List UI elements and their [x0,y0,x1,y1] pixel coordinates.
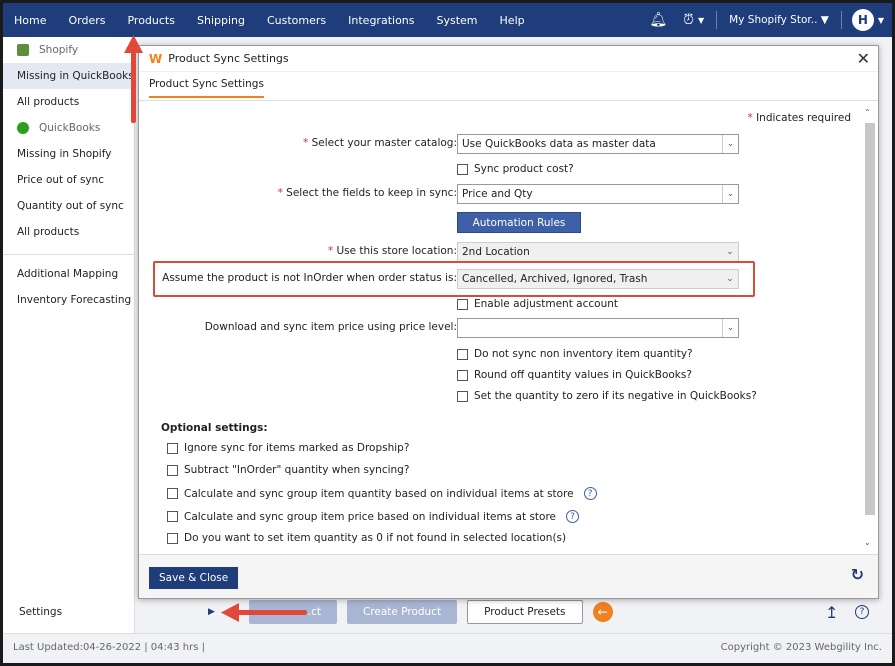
nav-products[interactable]: Products [116,3,186,37]
chevron-down-icon: ⌄ [722,185,738,203]
group-qty-checkbox[interactable]: Calculate and sync group item quantity b… [167,487,597,500]
sidebar-item-all-products-shopify[interactable]: All products [3,89,134,115]
settings-link[interactable]: Settings [19,606,62,618]
sidebar-item-all-products-qb[interactable]: All products [3,219,134,245]
sidebar-divider [3,245,134,255]
adjustment-account-checkbox[interactable]: Enable adjustment account [457,298,618,310]
chevron-down-icon: ⌄ [722,135,738,153]
nav-shipping[interactable]: Shipping [186,3,256,37]
dialog-footer: Save & Close ↻ [139,554,878,598]
scroll-up-icon[interactable]: ⌃ [864,108,871,117]
subtract-inorder-checkbox[interactable]: Subtract "InOrder" quantity when syncing… [167,464,409,476]
alarm-clock-icon[interactable]: ⏰︎ ▼ [675,12,712,28]
required-note: * Indicates required [747,112,851,124]
app-frame: Home Orders Products Shipping Customers … [0,0,895,666]
quickbooks-icon [17,122,29,134]
avatar[interactable]: H [851,9,874,31]
chevron-down-icon: ⌄ [726,247,734,257]
help-icon[interactable]: ? [583,487,597,500]
dialog-title-bar: W Product Sync Settings [139,46,878,72]
zero-not-found-checkbox[interactable]: Do you want to set item quantity as 0 if… [167,532,566,544]
round-off-checkbox[interactable]: Round off quantity values in QuickBooks? [457,369,692,381]
nav-customers[interactable]: Customers [256,3,337,37]
location-select[interactable]: 2nd Location ⌄ [457,242,739,262]
nav-right: 🔔︎ ⏰︎ ▼ My Shopify Stor.. ▼ H ▼ [641,3,892,37]
arrow-up-head-icon [124,35,143,53]
sidebar-item-additional-mapping[interactable]: Additional Mapping [3,261,134,287]
location-label: * Use this store location: [327,245,457,257]
location-row: * Use this store location: 2nd Location ⌄ [139,242,861,262]
price-level-row: Download and sync item price using price… [139,318,861,338]
dialog-title: Product Sync Settings [168,52,289,65]
close-icon[interactable]: ✕ [857,49,870,68]
top-navigation: Home Orders Products Shipping Customers … [3,3,892,37]
zero-negative-checkbox[interactable]: Set the quantity to zero if its negative… [457,390,757,402]
tab-product-sync-settings[interactable]: Product Sync Settings [149,78,264,98]
dialog-scrollbar[interactable]: ⌃ ⌄ [864,108,875,552]
keep-sync-row: * Select the fields to keep in sync: Pri… [139,184,861,204]
sidebar-item-missing-in-quickbooks[interactable]: Missing in QuickBooks [3,63,134,89]
scroll-thumb[interactable] [865,123,875,515]
price-level-select[interactable]: ⌄ [457,318,739,338]
annotation-arrow-left [237,610,307,615]
keep-sync-label: * Select the fields to keep in sync: [277,187,457,199]
group-price-checkbox[interactable]: Calculate and sync group item price base… [167,510,580,523]
save-close-button[interactable]: Save & Close [149,567,239,589]
sidebar-item-price-out-of-sync[interactable]: Price out of sync [3,167,134,193]
sidebar-item-missing-in-shopify[interactable]: Missing in Shopify [3,141,134,167]
annotation-arrow-up [131,49,136,123]
refresh-icon[interactable]: ↻ [851,565,864,584]
optional-settings-title: Optional settings: [161,422,268,434]
nav-system[interactable]: System [426,3,489,37]
copyright: Copyright © 2023 Webgility Inc. [720,642,882,653]
back-arrow-icon[interactable]: ← [592,602,613,622]
sidebar-item-quantity-out-of-sync[interactable]: Quantity out of sync [3,193,134,219]
status-bar: Last Updated:04-26-2022 | 04:43 hrs | Co… [3,633,892,661]
sidebar-item-inventory-forecasting[interactable]: Inventory Forecasting [3,287,134,313]
product-presets-button[interactable]: Product Presets [467,600,583,624]
master-catalog-row: * Select your master catalog: Use QuickB… [139,134,861,154]
noninventory-checkbox[interactable]: Do not sync non inventory item quantity? [457,348,693,360]
chevron-down-icon: ⌄ [722,319,738,337]
store-selector[interactable]: My Shopify Stor.. ▼ [721,14,837,26]
arrow-left-head-icon [221,603,239,622]
webgility-logo-icon: W [149,51,163,66]
sidebar-head-label: Shopify [39,44,79,56]
help-icon[interactable]: ? [566,510,580,523]
sidebar-head-shopify: Shopify [3,37,134,63]
nav-divider [716,11,718,29]
keep-sync-select[interactable]: Price and Qty ⌄ [457,184,739,204]
master-catalog-select[interactable]: Use QuickBooks data as master data ⌄ [457,134,739,154]
dialog-body: * Indicates required * Select your maste… [139,102,861,552]
bell-icon[interactable]: 🔔︎ [641,12,675,28]
sync-cost-checkbox[interactable]: Sync product cost? [457,163,574,175]
upload-icon[interactable]: ↥ [825,603,838,622]
nav-integrations[interactable]: Integrations [337,3,425,37]
master-catalog-label: * Select your master catalog: [303,137,457,149]
chevron-down-icon[interactable]: ▼ [878,16,884,25]
nav-orders[interactable]: Orders [57,3,116,37]
nav-home[interactable]: Home [3,3,57,37]
create-product-button[interactable]: Create Product [347,600,458,624]
product-sync-settings-dialog: W Product Sync Settings ✕ Product Sync S… [138,45,879,599]
sidebar: Shopify Missing in QuickBooks All produc… [3,37,135,633]
required-note-text: Indicates required [756,112,851,124]
help-circle-icon[interactable]: ? [855,605,869,619]
shopify-icon [17,44,29,56]
price-level-label: Download and sync item price using price… [204,321,457,333]
sidebar-head-label: QuickBooks [39,122,101,134]
nav-divider [840,11,842,29]
scroll-down-icon[interactable]: ⌄ [864,538,871,547]
tab-divider [139,100,878,101]
highlight-box [153,261,755,297]
last-updated: Last Updated:04-26-2022 | 04:43 hrs | [13,642,205,653]
automation-rules-button[interactable]: Automation Rules [457,212,581,233]
triangle-right-icon[interactable]: ▶ [208,607,215,617]
dropship-checkbox[interactable]: Ignore sync for items marked as Dropship… [167,442,409,454]
sidebar-head-quickbooks: QuickBooks [3,115,134,141]
nav-help[interactable]: Help [489,3,536,37]
